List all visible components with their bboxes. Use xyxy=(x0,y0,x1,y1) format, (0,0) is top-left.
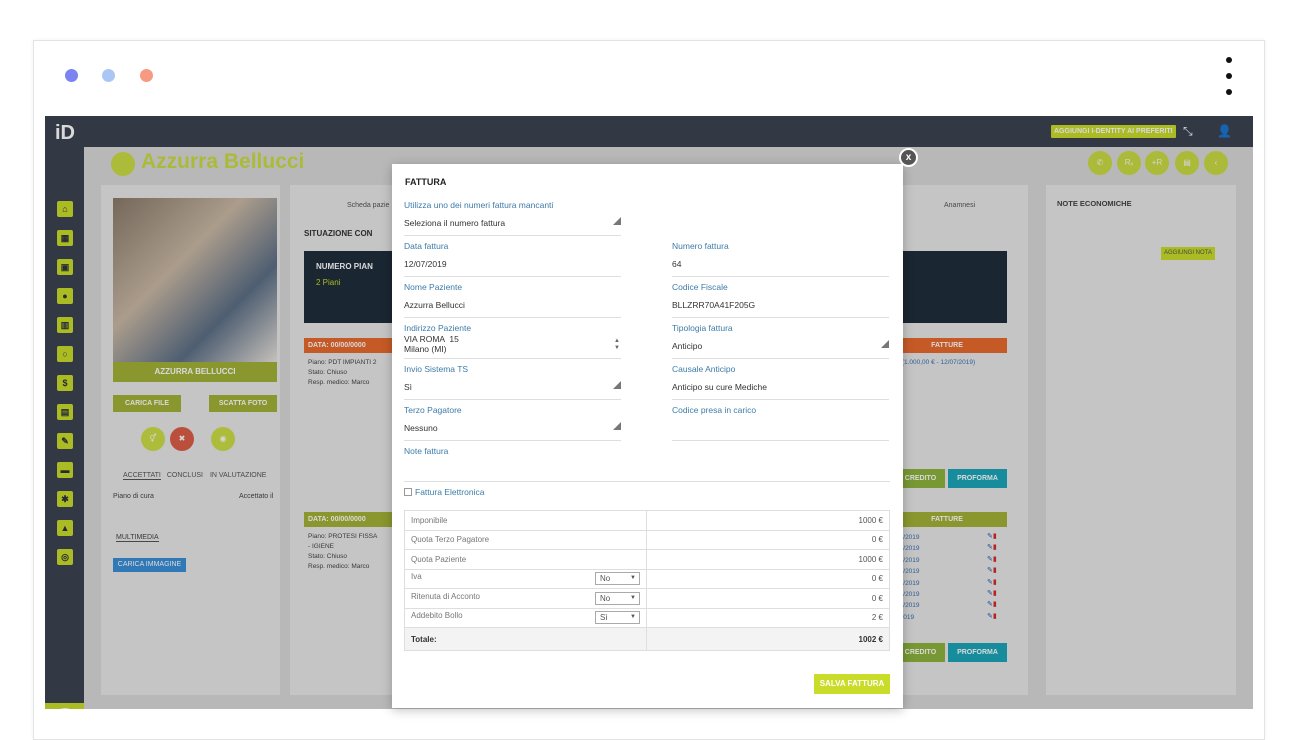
row-label: Quota Terzo Pagatore xyxy=(404,529,647,550)
close-icon[interactable]: x xyxy=(899,148,918,167)
ts-system-label: Invio Sistema TS xyxy=(404,364,469,374)
patient-name-value: Azzurra Bellucci xyxy=(404,300,465,310)
totals-table: Imponibile 1000 € Quota Terzo Pagatore 0 €… xyxy=(404,510,890,651)
total-label: Totale: xyxy=(404,627,647,651)
window-dot-orange xyxy=(140,69,153,82)
advance-cause-field[interactable]: Causale Anticipo Anticipo su cure Medich… xyxy=(672,364,889,400)
row-label: Quota Paziente xyxy=(404,549,647,570)
invoice-number-field[interactable]: Numero fattura 64 xyxy=(672,241,889,277)
ts-system-value: Sì xyxy=(404,382,413,392)
row-value: 0 € xyxy=(646,568,890,589)
missing-number-label: Utilizza uno dei numeri fattura mancanti xyxy=(404,200,554,210)
row-value: 1000 € xyxy=(646,549,890,570)
scroll-arrows-icon[interactable]: ▲ ▼ xyxy=(614,338,620,352)
select-arrow-icon xyxy=(613,422,621,430)
withholding-select[interactable]: No xyxy=(595,591,640,605)
select-arrow-icon xyxy=(881,340,889,348)
invoice-number-value: 64 xyxy=(672,259,682,269)
row-label-with-select: Ritenuta di Acconto No xyxy=(404,588,647,609)
row-label-with-select: Addebito Bollo Sì xyxy=(404,607,647,628)
stamp-duty-select[interactable]: Sì xyxy=(595,611,640,625)
tax-code-field[interactable]: Codice Fiscale BLLZRR70A41F205G xyxy=(672,282,889,318)
window-dot-lightblue xyxy=(102,69,115,82)
invoice-number-label: Numero fattura xyxy=(672,241,729,251)
invoice-date-field[interactable]: Data fattura 12/07/2019 xyxy=(404,241,621,277)
invoice-type-select[interactable]: Tipologia fattura Anticipo xyxy=(672,323,889,359)
missing-number-value: Seleziona il numero fattura xyxy=(404,218,506,228)
kebab-menu-icon[interactable] xyxy=(1224,57,1234,99)
table-row: Imponibile 1000 € xyxy=(404,510,890,531)
select-arrow-icon xyxy=(613,217,621,225)
ts-system-select[interactable]: Invio Sistema TS Sì xyxy=(404,364,621,400)
tax-code-value: BLLZRR70A41F205G xyxy=(672,300,756,310)
care-code-label: Codice presa in carico xyxy=(672,405,757,415)
invoice-notes-label: Note fattura xyxy=(404,446,449,456)
invoice-modal: FATTURA Utilizza uno dei numeri fattura … xyxy=(392,164,903,708)
third-payer-value: Nessuno xyxy=(404,423,438,433)
patient-address-label: Indirizzo Paziente xyxy=(404,323,472,333)
care-code-field[interactable]: Codice presa in carico xyxy=(672,405,889,441)
row-value: 0 € xyxy=(646,529,890,550)
third-payer-label: Terzo Pagatore xyxy=(404,405,462,415)
row-value: 0 € xyxy=(646,588,890,609)
third-payer-select[interactable]: Terzo Pagatore Nessuno xyxy=(404,405,621,441)
row-label: Ritenuta di Acconto xyxy=(411,591,480,601)
patient-name-field[interactable]: Nome Paziente Azzurra Bellucci xyxy=(404,282,621,318)
invoice-type-value: Anticipo xyxy=(672,341,703,351)
patient-name-label: Nome Paziente xyxy=(404,282,463,292)
row-value: 1000 € xyxy=(646,510,890,531)
checkbox-icon xyxy=(404,488,412,496)
row-label-with-select: Iva No xyxy=(404,568,647,589)
window-dot-blue xyxy=(65,69,78,82)
invoice-date-label: Data fattura xyxy=(404,241,449,251)
patient-address-value: VIA ROMA 15 Milano (MI) xyxy=(404,334,459,354)
table-row: Iva No 0 € xyxy=(404,568,890,589)
table-row: Addebito Bollo Sì 2 € xyxy=(404,607,890,628)
total-row: Totale: 1002 € xyxy=(404,627,890,651)
select-arrow-icon xyxy=(613,381,621,389)
total-value: 1002 € xyxy=(646,627,890,651)
tax-code-label: Codice Fiscale xyxy=(672,282,728,292)
iva-select[interactable]: No xyxy=(595,572,640,586)
row-label: Iva xyxy=(411,572,422,582)
electronic-invoice-label: Fattura Elettronica xyxy=(415,487,485,497)
invoice-date-value: 12/07/2019 xyxy=(404,259,447,269)
row-label: Addebito Bollo xyxy=(411,611,463,621)
table-row: Quota Terzo Pagatore 0 € xyxy=(404,529,890,550)
row-label: Imponibile xyxy=(404,510,647,531)
save-invoice-button[interactable]: SALVA FATTURA xyxy=(814,674,890,694)
patient-address-field[interactable]: Indirizzo Paziente VIA ROMA 15 Milano (M… xyxy=(404,323,621,359)
modal-title: FATTURA xyxy=(405,177,447,187)
advance-cause-value: Anticipo su cure Mediche xyxy=(672,382,767,392)
missing-number-select[interactable]: Utilizza uno dei numeri fattura mancanti… xyxy=(404,200,621,236)
electronic-invoice-checkbox[interactable]: Fattura Elettronica xyxy=(404,487,484,497)
invoice-type-label: Tipologia fattura xyxy=(672,323,733,333)
row-value: 2 € xyxy=(646,607,890,628)
table-row: Ritenuta di Acconto No 0 € xyxy=(404,588,890,609)
table-row: Quota Paziente 1000 € xyxy=(404,549,890,570)
advance-cause-label: Causale Anticipo xyxy=(672,364,736,374)
invoice-notes-field[interactable]: Note fattura xyxy=(404,446,890,482)
